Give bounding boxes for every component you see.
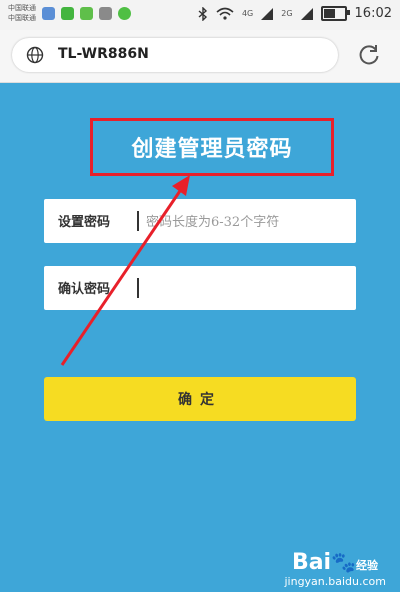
field-divider <box>137 211 139 231</box>
battery-icon <box>320 6 350 21</box>
confirm-password-label: 确认密码 <box>58 282 111 297</box>
address-bar[interactable]: TL-WR886N <box>12 38 338 72</box>
watermark-logo: Bai🐾经验 <box>291 550 378 575</box>
url-text: TL-WR886N <box>58 46 149 62</box>
bluetooth-icon <box>198 6 207 21</box>
confirm-password-field: 确认密码 <box>44 266 356 312</box>
baidu-watermark: Bai🐾经验 jingyan.baidu.com <box>284 550 386 588</box>
status-bar: 中国联通 中国联通 4G 2G 16:02 <box>0 0 400 30</box>
set-password-label: 设置密码 <box>58 215 111 230</box>
set-password-input[interactable] <box>144 199 348 245</box>
carrier-label-1: 中国联通 <box>8 4 36 12</box>
carrier-label-2: 中国联通 <box>8 14 36 22</box>
notification-icons <box>42 7 131 20</box>
globe-icon <box>26 46 44 64</box>
title-highlight-box: 创建管理员密码 <box>90 118 334 176</box>
weibo-icon <box>42 7 55 20</box>
confirm-button[interactable]: 确定 <box>44 377 356 421</box>
sms-icon <box>80 7 93 20</box>
signal-icon-1 <box>261 7 274 20</box>
wechat-icon <box>61 7 74 20</box>
field-divider <box>137 278 139 298</box>
battery-level <box>323 9 335 18</box>
clock-time: 16:02 <box>354 6 392 21</box>
paw-icon: 🐾 <box>331 550 356 574</box>
network-type-1: 4G <box>241 9 254 18</box>
gallery-icon <box>99 7 112 20</box>
browser-toolbar: TL-WR886N <box>0 30 400 83</box>
carrier-info: 中国联通 中国联通 <box>8 3 36 23</box>
confirm-password-input[interactable] <box>144 266 348 312</box>
page-title: 创建管理员密码 <box>131 136 293 162</box>
wifi-icon <box>216 7 234 20</box>
watermark-site: jingyan.baidu.com <box>284 575 386 588</box>
set-password-field: 设置密码 <box>44 199 356 245</box>
status-indicators: 4G 2G 16:02 <box>198 6 392 21</box>
network-type-2: 2G <box>281 9 293 18</box>
signal-icon-2 <box>300 7 313 20</box>
reload-icon[interactable] <box>356 42 382 68</box>
shield-icon <box>118 7 131 20</box>
